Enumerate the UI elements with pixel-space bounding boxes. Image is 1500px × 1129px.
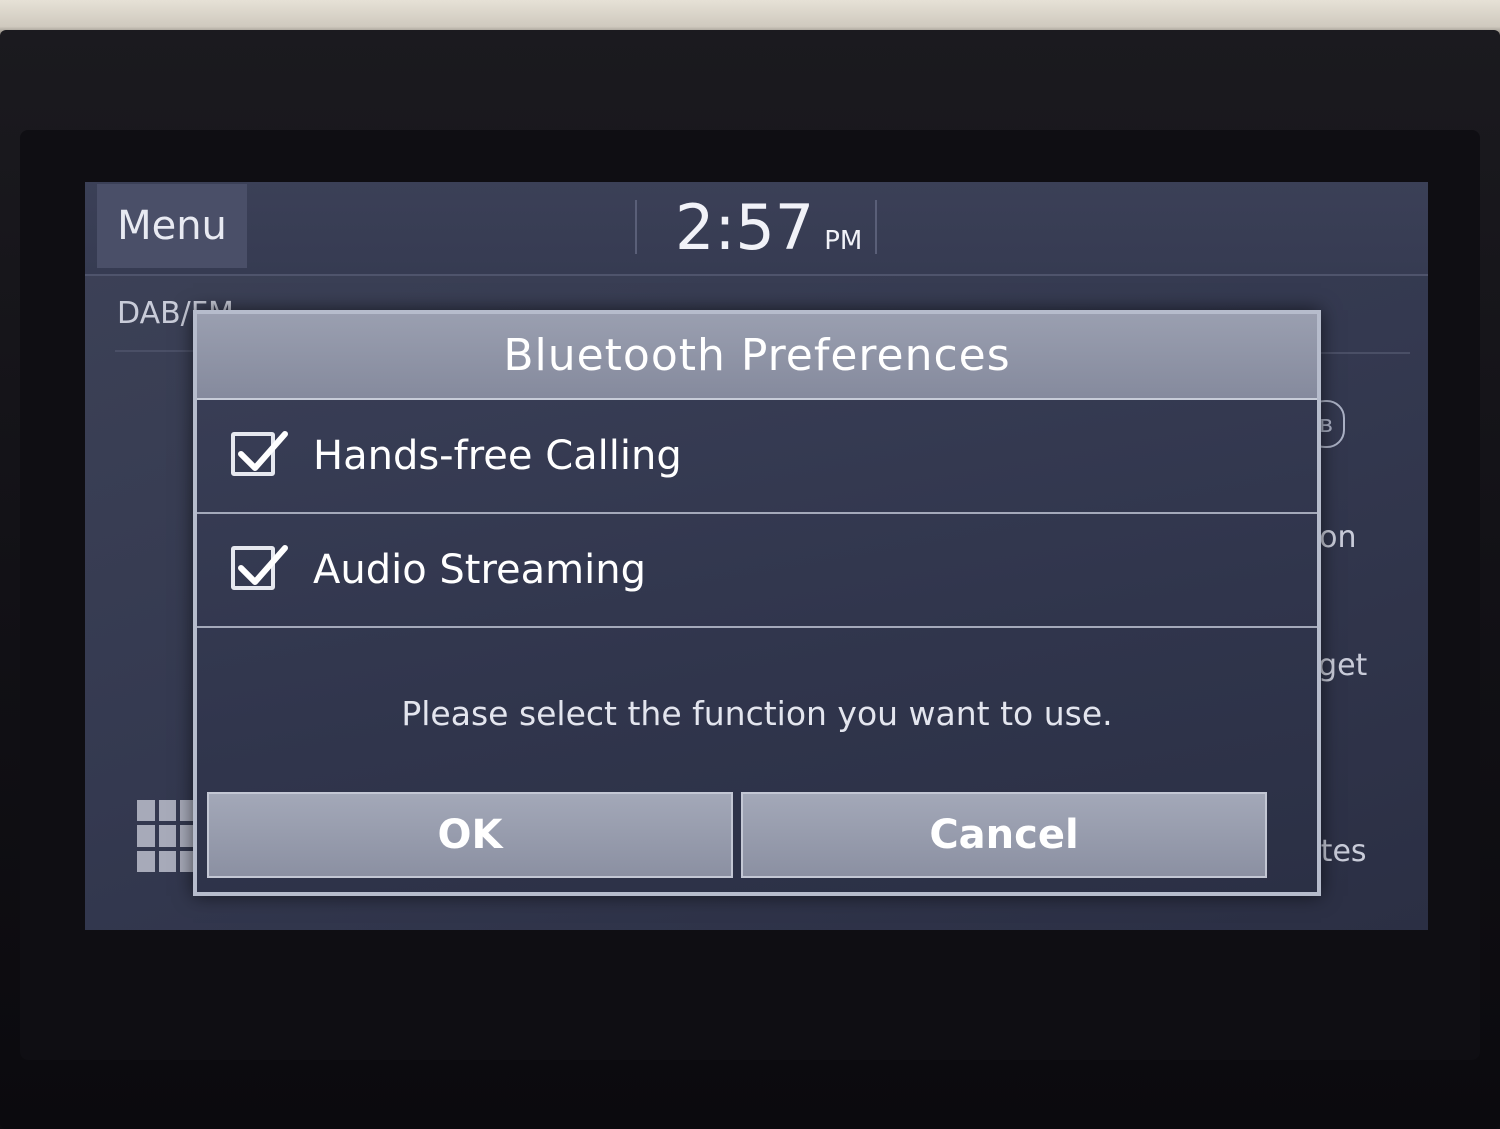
option-hands-free-calling[interactable]: Hands-free Calling [197, 400, 1317, 514]
dialog-header: Bluetooth Preferences [197, 314, 1317, 400]
checkbox-checked-icon[interactable] [231, 431, 288, 476]
clock-ampm: PM [824, 226, 863, 256]
menu-button[interactable]: Menu [97, 184, 247, 268]
option-label: Audio Streaming [313, 547, 646, 593]
dialog-message: Please select the function you want to u… [401, 694, 1113, 733]
checkbox-checked-icon[interactable] [231, 545, 288, 590]
option-label: Hands-free Calling [313, 433, 682, 479]
status-bar: Menu 2:57 PM [85, 182, 1428, 276]
cancel-button[interactable]: Cancel [741, 792, 1267, 878]
bluetooth-preferences-dialog: Bluetooth Preferences Hands-free Calling… [193, 310, 1321, 896]
infotainment-screen: Menu 2:57PM DAB/FM ʙ tion t dget urites … [85, 182, 1428, 930]
status-separator [635, 200, 637, 254]
status-separator [875, 200, 877, 254]
option-audio-streaming[interactable]: Audio Streaming [197, 514, 1317, 628]
dialog-title: Bluetooth Preferences [503, 330, 1011, 381]
ok-button[interactable]: OK [207, 792, 733, 878]
clock: 2:57 PM [675, 188, 862, 268]
clock-time: 2:57 [675, 191, 815, 264]
